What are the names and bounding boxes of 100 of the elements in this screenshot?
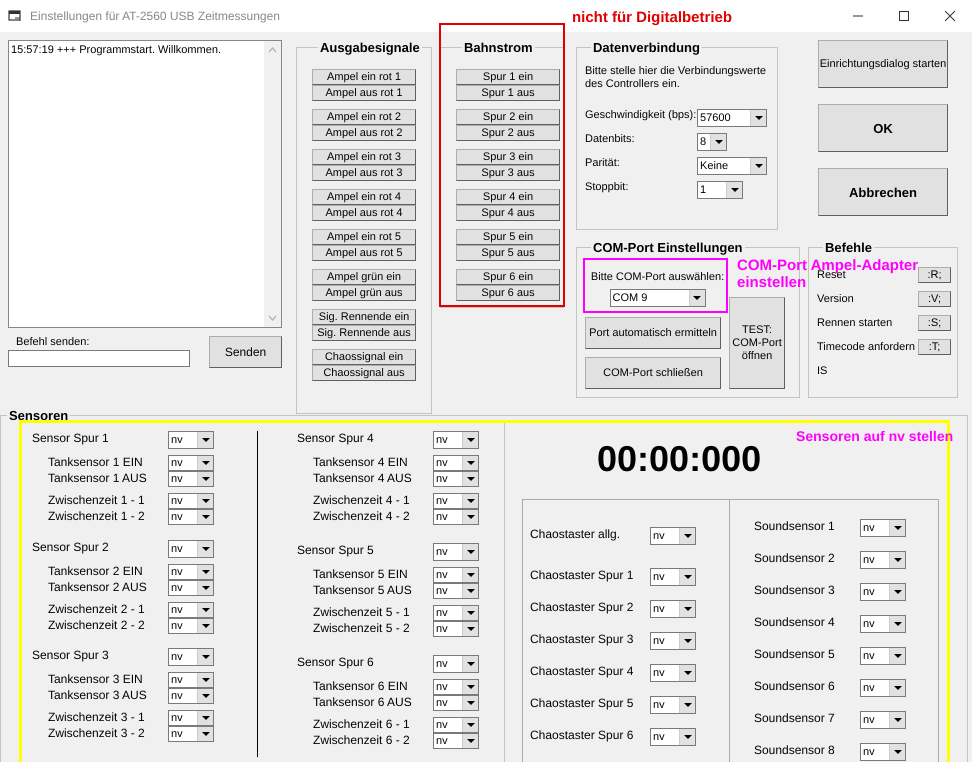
dropdown[interactable]: nv [168, 471, 214, 487]
power-button[interactable]: Spur 2 aus [456, 125, 560, 141]
dropdown[interactable]: nv [168, 710, 214, 726]
dialog-button[interactable]: OK [818, 104, 948, 152]
dropdown[interactable]: nv [433, 543, 479, 561]
dropdown[interactable]: nv [433, 695, 479, 711]
test-button[interactable]: TEST: COM-Port öffnen [729, 297, 785, 389]
command-button[interactable]: :R; [918, 267, 951, 283]
port-button[interactable]: COM-Port schließen [585, 357, 721, 389]
dropdown[interactable]: nv [433, 509, 479, 525]
dropdown[interactable]: nv [168, 540, 214, 558]
dropdown[interactable]: nv [650, 664, 696, 682]
dropdown[interactable]: nv [433, 655, 479, 673]
command-input-field[interactable] [8, 350, 190, 367]
dropdown[interactable]: COM 9 [610, 289, 706, 307]
power-button[interactable]: Spur 4 aus [456, 205, 560, 221]
signal-button[interactable]: Chaossignal aus [312, 365, 416, 381]
dropdown[interactable]: nv [860, 679, 906, 697]
signal-button[interactable]: Sig. Rennende aus [312, 325, 416, 341]
power-button[interactable]: Spur 1 ein [456, 69, 560, 85]
signal-button[interactable]: Ampel ein rot 5 [312, 229, 416, 245]
power-button[interactable]: Spur 2 ein [456, 109, 560, 125]
signal-button[interactable]: Ampel grün aus [312, 285, 416, 301]
dropdown[interactable]: nv [168, 726, 214, 742]
power-button[interactable]: Spur 5 aus [456, 245, 560, 261]
dropdown[interactable]: nv [860, 743, 906, 761]
dropdown[interactable]: nv [168, 564, 214, 580]
power-button[interactable]: Spur 1 aus [456, 85, 560, 101]
maximize-icon[interactable] [898, 10, 910, 22]
power-button[interactable]: Spur 3 ein [456, 149, 560, 165]
power-button[interactable]: Spur 3 aus [456, 165, 560, 181]
dropdown[interactable]: nv [650, 632, 696, 650]
dropdown[interactable]: nv [860, 583, 906, 601]
dropdown[interactable]: nv [433, 431, 479, 449]
dropdown[interactable]: nv [168, 493, 214, 509]
power-button[interactable]: Spur 4 ein [456, 189, 560, 205]
dropdown[interactable]: 1 [697, 181, 743, 199]
dropdown[interactable]: nv [650, 696, 696, 714]
signal-button[interactable]: Ampel grün ein [312, 269, 416, 285]
dropdown[interactable]: nv [433, 493, 479, 509]
dropdown[interactable]: nv [168, 688, 214, 704]
sensor-label: Chaostaster allg. [530, 527, 622, 543]
dropdown[interactable]: nv [433, 455, 479, 471]
dropdown[interactable]: nv [168, 580, 214, 596]
signal-button[interactable]: Ampel ein rot 1 [312, 69, 416, 85]
dropdown[interactable]: nv [860, 615, 906, 633]
port-button[interactable]: Port automatisch ermitteln [585, 317, 721, 349]
command-button[interactable]: :T; [918, 339, 951, 355]
dropdown[interactable]: nv [860, 711, 906, 729]
signal-button[interactable]: Chaossignal ein [312, 349, 416, 365]
dropdown[interactable]: nv [168, 648, 214, 666]
sensor-label: Chaostaster Spur 3 [530, 632, 634, 648]
dropdown[interactable]: nv [433, 621, 479, 637]
dropdown[interactable]: nv [650, 728, 696, 746]
power-button[interactable]: Spur 5 ein [456, 229, 560, 245]
signal-button[interactable]: Ampel ein rot 3 [312, 149, 416, 165]
power-button[interactable]: Spur 6 ein [456, 269, 560, 285]
dropdown[interactable]: nv [168, 672, 214, 688]
dropdown[interactable]: 57600 [697, 109, 767, 127]
dropdown[interactable]: nv [433, 567, 479, 583]
signal-button[interactable]: Ampel aus rot 5 [312, 245, 416, 261]
sensor-label: Zwischenzeit 5 - 2 [313, 621, 411, 637]
signal-button[interactable]: Ampel aus rot 4 [312, 205, 416, 221]
signal-button[interactable]: Ampel ein rot 2 [312, 109, 416, 125]
dropdown-arrow-icon [466, 701, 474, 705]
signal-button[interactable]: Sig. Rennende ein [312, 309, 416, 325]
dropdown[interactable]: nv [860, 519, 906, 537]
dropdown[interactable]: nv [433, 471, 479, 487]
dropdown[interactable]: nv [433, 679, 479, 695]
power-button[interactable]: Spur 6 aus [456, 285, 560, 301]
dropdown[interactable]: nv [168, 509, 214, 525]
sensor-label: Tanksensor 1 AUS [48, 471, 148, 487]
dropdown[interactable]: nv [168, 431, 214, 449]
dialog-button[interactable]: Abbrechen [818, 168, 948, 216]
dropdown[interactable]: nv [860, 551, 906, 569]
dropdown[interactable]: nv [860, 647, 906, 665]
dropdown-arrow-icon [754, 116, 762, 120]
dropdown[interactable]: nv [433, 717, 479, 733]
signal-button[interactable]: Ampel aus rot 1 [312, 85, 416, 101]
signal-button[interactable]: Ampel aus rot 2 [312, 125, 416, 141]
sensor-label: Tanksensor 5 EIN [313, 567, 409, 583]
send-button[interactable]: Senden [209, 336, 282, 368]
dropdown[interactable]: nv [168, 455, 214, 471]
dropdown[interactable]: nv [650, 568, 696, 586]
signal-button[interactable]: Ampel ein rot 4 [312, 189, 416, 205]
dropdown[interactable]: nv [168, 602, 214, 618]
dropdown[interactable]: nv [433, 733, 479, 749]
dialog-button[interactable]: Einrichtungsdialog starten [818, 40, 948, 88]
signal-button[interactable]: Ampel aus rot 3 [312, 165, 416, 181]
command-button[interactable]: :V; [918, 291, 951, 307]
dropdown[interactable]: nv [650, 600, 696, 618]
dropdown[interactable]: nv [433, 583, 479, 599]
command-button[interactable]: :S; [918, 315, 951, 331]
dropdown[interactable]: Keine [697, 157, 767, 175]
dropdown[interactable]: 8 [697, 133, 727, 151]
dropdown[interactable]: nv [650, 527, 696, 545]
dropdown-arrow-icon [466, 739, 474, 743]
dropdown[interactable]: nv [433, 605, 479, 621]
dropdown[interactable]: nv [168, 618, 214, 634]
close-icon[interactable] [944, 10, 956, 22]
